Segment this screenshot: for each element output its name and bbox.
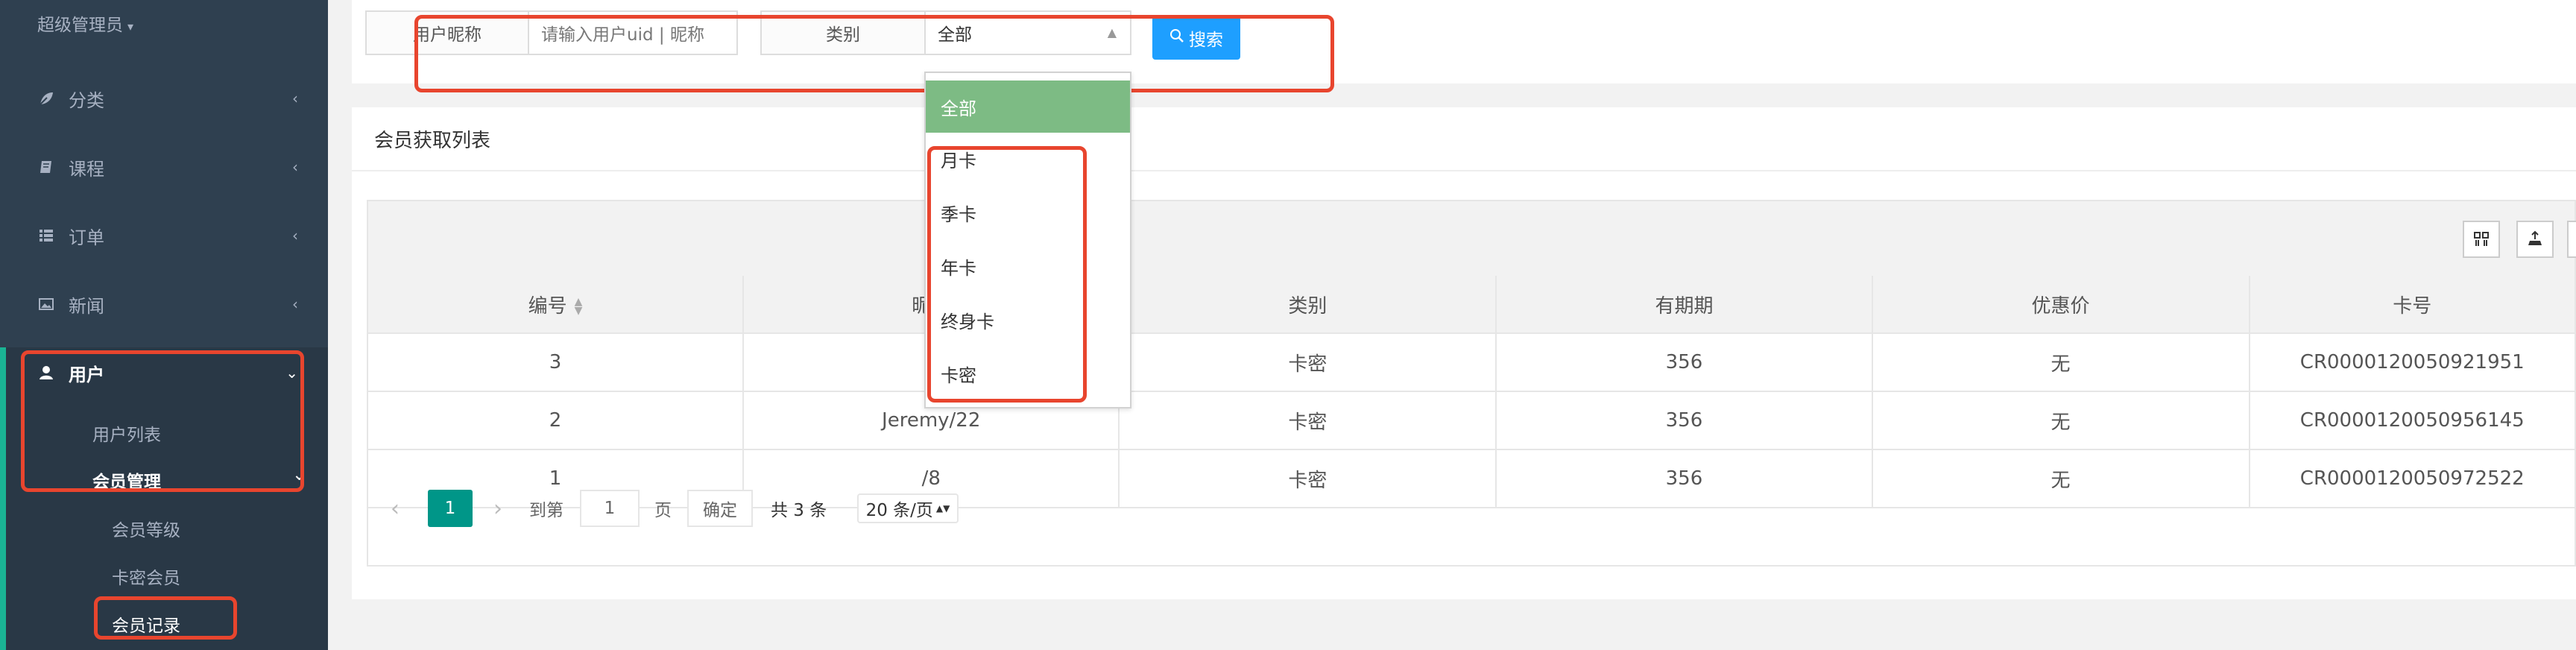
column-header-card-number: 卡号 (2249, 276, 2575, 334)
next-page-icon[interactable]: › (493, 496, 502, 522)
leaf-icon (36, 88, 57, 109)
table-cell: 卡密 (1119, 333, 1497, 392)
page-size-value: 20 条/页 (865, 501, 933, 520)
chevron-left-icon: ‹ (292, 295, 298, 313)
sidebar: 超级管理员 ▾ 分类 ‹ 课程 ‹ 订单 ‹ 新闻 ‹ 用户 ⌄ 用户列表 会员… (0, 0, 328, 650)
image-icon (36, 294, 57, 315)
table-cell: CR0000120050956145 (2249, 391, 2575, 450)
nav-item-order[interactable]: 订单 ‹ (0, 213, 328, 258)
page-size-select[interactable]: 20 条/页 ▲▼ (857, 493, 959, 523)
prev-page-icon[interactable]: ‹ (391, 496, 400, 522)
user-role-dropdown[interactable]: 超级管理员 ▾ (37, 10, 133, 36)
table-toolbar (368, 201, 2576, 277)
nav-item-course[interactable]: 课程 ‹ (0, 145, 328, 189)
sidebar-item-member-level[interactable]: 会员等级 (112, 516, 180, 541)
data-table: 编号▲▼ 昵称 类别 有期期 优惠价 卡号 3 / 卡密 356 无 CR000… (367, 200, 2576, 567)
dropdown-option-all[interactable]: 全部 (926, 81, 1130, 133)
pagination: ‹ 1 › 到第 1 页 确定 共 3 条 20 条/页 ▲▼ (368, 479, 2575, 538)
nav-item-category[interactable]: 分类 ‹ (0, 76, 328, 121)
chevron-left-icon: ‹ (292, 89, 298, 107)
list-icon (36, 225, 57, 246)
column-header-category: 类别 (1119, 276, 1497, 334)
page-button-current[interactable]: 1 (428, 490, 473, 527)
table-row: 2 Jeremy/22 卡密 356 无 CR0000120050956145 (368, 391, 2575, 450)
panel-title: 会员获取列表 (374, 130, 491, 152)
chevron-left-icon: ‹ (292, 227, 298, 244)
column-header-validity: 有期期 (1496, 276, 1873, 334)
column-header-label: 有期期 (1655, 294, 1714, 318)
table-cell: CR0000120050921951 (2249, 333, 2575, 392)
sort-icon[interactable]: ▲ ▼ (575, 297, 583, 316)
table-cell: 356 (1496, 391, 1873, 450)
user-role-label: 超级管理员 (37, 16, 123, 35)
table-cell: 3 (368, 333, 744, 392)
nav-label: 分类 (69, 89, 104, 111)
column-header-label: 卡号 (2393, 294, 2432, 318)
chevron-left-icon: ‹ (292, 158, 298, 176)
sidebar-item-card-member[interactable]: 卡密会员 (112, 564, 180, 589)
highlight-box-member-record (94, 596, 237, 640)
book-icon (36, 157, 57, 177)
highlight-box-user-menu (21, 350, 304, 492)
table-cell: 无 (1872, 333, 2250, 392)
confirm-page-button[interactable]: 确定 (687, 490, 753, 527)
goto-label: 到第 (529, 501, 564, 520)
updown-icon: ▲▼ (935, 503, 950, 514)
column-header-label: 类别 (1288, 294, 1328, 318)
page-number-input[interactable]: 1 (580, 490, 640, 527)
column-header-label: 编号 (528, 294, 567, 318)
member-table: 编号▲▼ 昵称 类别 有期期 优惠价 卡号 3 / 卡密 356 无 CR000… (368, 276, 2575, 508)
print-icon[interactable] (2567, 221, 2576, 258)
export-icon[interactable] (2516, 221, 2554, 258)
nav-label: 订单 (69, 227, 104, 248)
table-cell: 卡密 (1119, 391, 1497, 450)
total-count: 共 3 条 (771, 501, 827, 520)
member-list-panel: 会员获取列表 编号▲▼ 昵称 类别 有期期 优惠价 卡号 (352, 107, 2576, 599)
table-row: 3 / 卡密 356 无 CR0000120050921951 (368, 333, 2575, 392)
column-header-discount: 优惠价 (1872, 276, 2250, 334)
table-header-row: 编号▲▼ 昵称 类别 有期期 优惠价 卡号 (368, 276, 2575, 334)
columns-icon[interactable] (2463, 221, 2500, 258)
column-header-label: 优惠价 (2031, 294, 2090, 318)
nav-label: 新闻 (69, 295, 104, 317)
highlight-box-dropdown-options (927, 146, 1087, 403)
table-cell: 2 (368, 391, 744, 450)
nav-label: 课程 (69, 158, 104, 180)
caret-down-icon: ▾ (127, 19, 134, 34)
nav-item-news[interactable]: 新闻 ‹ (0, 282, 328, 326)
table-cell: 356 (1496, 333, 1873, 392)
divider (352, 170, 2576, 171)
column-header-id[interactable]: 编号 ▲ ▼ (368, 276, 744, 334)
page-unit-label: 页 (654, 501, 672, 520)
table-cell: 无 (1872, 391, 2250, 450)
highlight-box-search-bar (414, 15, 1334, 92)
